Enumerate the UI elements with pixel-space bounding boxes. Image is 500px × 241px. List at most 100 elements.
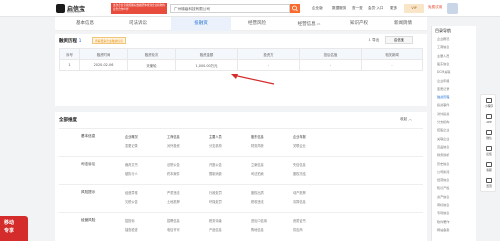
sidebar-item[interactable]: 资产信息 xyxy=(437,194,449,199)
dimension-item[interactable]: 变更记录 xyxy=(125,143,138,148)
dimension-item[interactable]: 环保处罚 xyxy=(209,199,222,204)
tab-financing[interactable]: 投融资 xyxy=(171,17,231,31)
sidebar-item[interactable]: 融资历程 xyxy=(437,94,449,99)
sidebar-item[interactable]: 控股企业 xyxy=(437,127,449,132)
dimension-item[interactable]: 进出口信用 xyxy=(251,218,267,223)
dimension-item[interactable]: 财务简析 xyxy=(251,143,264,148)
more-financing-badge[interactable]: 查看更多企业融资信息 xyxy=(92,37,126,44)
tab-news[interactable]: 新闻舆情 xyxy=(373,17,433,31)
top-link-member[interactable]: 会员·入口 xyxy=(368,6,384,11)
dimension-item[interactable]: 股权冻结 xyxy=(293,171,306,176)
dimension-item[interactable]: 产品信息 xyxy=(209,227,222,232)
dimension-item[interactable]: 法院公告 xyxy=(167,162,180,167)
sidebar-item[interactable]: 股东信息 xyxy=(437,61,449,66)
dimension-item[interactable]: 开庭公告 xyxy=(209,162,222,167)
chevron-up-icon: ︿ xyxy=(408,117,412,121)
dimension-item[interactable]: 终本案件 xyxy=(167,171,180,176)
annotation-arrow xyxy=(231,74,275,85)
floating-toolbar: 小程序 APP 微信 反馈 客服 置顶 xyxy=(480,94,496,192)
financing-panel: 融资历程 1 查看更多企业融资信息 ⇩ 导出 启信宝 序号 融资时间 融资轮次 … xyxy=(55,34,427,106)
dimension-item[interactable]: 行政处罚 xyxy=(209,190,222,195)
dimension-item[interactable]: 招投标 xyxy=(125,218,135,223)
dimension-item[interactable]: 司法拍卖 xyxy=(251,171,264,176)
dimension-item[interactable]: 失信信息 xyxy=(293,162,306,167)
dimension-item[interactable]: 立案信息 xyxy=(251,162,264,167)
dimension-item[interactable]: 企业年报 xyxy=(293,134,306,139)
sidebar-item[interactable]: 软件著作 xyxy=(437,219,449,224)
dimension-item[interactable]: 电信许可 xyxy=(167,227,180,232)
sidebar-item[interactable]: 财务简析 xyxy=(437,152,449,157)
top-link-check[interactable]: 查一查 xyxy=(352,6,363,11)
miniprogram-button[interactable]: 小程序 xyxy=(481,98,497,108)
dimension-item[interactable]: 购地信息 xyxy=(251,227,264,232)
dimension-item[interactable]: 企业概况 xyxy=(125,134,138,139)
dimension-item[interactable]: 工商信息 xyxy=(167,134,180,139)
app-button[interactable]: APP xyxy=(481,114,497,124)
vip-button[interactable]: VIP xyxy=(404,4,424,13)
export-button[interactable]: ⇩ 导出 xyxy=(368,38,379,43)
dimension-item[interactable]: 土地抵押 xyxy=(167,199,180,204)
top-link-data[interactable]: 数据服务 xyxy=(332,6,346,11)
sidebar-item[interactable]: 专利信息 xyxy=(437,210,449,215)
dimension-item[interactable]: 税务评级 xyxy=(209,218,222,223)
dimension-item[interactable]: 经营异常 xyxy=(125,190,138,195)
dimension-item[interactable]: 税收违法 xyxy=(251,199,264,204)
sidebar-item[interactable]: 关联企业 xyxy=(437,136,449,141)
dimension-item[interactable]: 裁判文书 xyxy=(125,162,138,167)
dimension-item[interactable]: 欠税公告 xyxy=(125,199,138,204)
sidebar-item[interactable]: 变更记录 xyxy=(437,86,449,91)
apply-link[interactable]: 免费试用 xyxy=(428,5,442,10)
sidebar-item[interactable]: 竞品信息 xyxy=(437,144,449,149)
dimension-item[interactable]: 股东信息 xyxy=(251,134,264,139)
support-button[interactable]: 客服 xyxy=(481,162,497,172)
dimension-item[interactable]: 抽查检查 xyxy=(125,227,138,232)
dimension-item[interactable]: 被执行人 xyxy=(125,171,138,176)
search-input[interactable]: 广州梯级科技有限公司 xyxy=(170,4,290,13)
feedback-button[interactable]: 反馈 xyxy=(481,146,497,156)
tab-operation-risk[interactable]: 经营风险 xyxy=(227,17,287,31)
sidebar-item[interactable]: 主要人员 xyxy=(437,53,449,58)
dimension-item[interactable]: 主要人员 xyxy=(209,134,222,139)
sidebar-item[interactable]: 网站备案 xyxy=(437,227,449,232)
sidebar-item[interactable]: DCM关联 xyxy=(437,69,450,74)
back-to-top-button[interactable]: 置顶 xyxy=(481,178,497,188)
top-link-more[interactable]: 更多 xyxy=(390,6,397,11)
sidebar-item[interactable]: 分支机构 xyxy=(437,119,449,124)
promo-banner[interactable]: 这次企信宝按照图标数据帮你找到企业和你的业务合作伙伴 xyxy=(111,3,167,14)
top-link-enterprise[interactable]: 企业版 xyxy=(312,6,323,11)
dimension-item[interactable]: 资质证书 xyxy=(293,218,306,223)
search-button[interactable] xyxy=(290,4,300,13)
dimension-item[interactable]: 供应商 xyxy=(293,227,303,232)
sidebar-item[interactable]: 公司新闻 xyxy=(437,169,449,174)
dimension-item[interactable]: 分支机构 xyxy=(209,143,222,148)
dimension-item[interactable]: 对外投资 xyxy=(167,143,180,148)
dimension-group: 风险提示 经营异常 严重违法 行政处罚 股权出质 动产抵押 欠税公告 土地抵押 … xyxy=(59,184,423,212)
sidebar-item[interactable]: 工商信息 xyxy=(437,44,449,49)
sidebar-item[interactable]: 投资事件 xyxy=(437,102,449,107)
sidebar-item[interactable]: 知识产权 xyxy=(437,185,449,190)
dimension-item[interactable]: 清算信息 xyxy=(293,199,306,204)
dimension-item[interactable]: 严重违法 xyxy=(167,190,180,195)
sidebar-item[interactable]: 企业概况 xyxy=(437,36,449,41)
sidebar-item[interactable]: 企业年报 xyxy=(437,78,449,83)
wechat-button[interactable]: 微信 xyxy=(481,130,497,140)
top-bar: 启信宝 QIXIN.COM 这次企信宝按照图标数据帮你找到企业和你的业务合作伙伴… xyxy=(0,0,500,17)
table-row: 1 2020-02-06 天使轮 1,000.00万元 - - - xyxy=(59,59,423,71)
tab-litigation[interactable]: 司法诉讼 xyxy=(108,17,168,31)
dimension-item[interactable]: 动产抵押 xyxy=(293,190,306,195)
dimension-item[interactable]: 招聘信息 xyxy=(167,218,180,223)
sidebar-item[interactable]: 商标信息 xyxy=(437,202,449,207)
dimension-item[interactable]: 关联企业 xyxy=(293,143,306,148)
dimension-item[interactable]: 限制消费 xyxy=(209,171,222,176)
sidebar-item[interactable]: 经营信息 xyxy=(437,177,449,182)
collapse-button[interactable]: 收起 ︿ xyxy=(400,117,412,122)
tab-basic-info[interactable]: 基本信息 xyxy=(55,17,115,31)
sidebar-item[interactable]: 历史信息 xyxy=(437,161,449,166)
logo-icon[interactable] xyxy=(56,4,65,13)
dimension-item[interactable]: 股权出质 xyxy=(251,190,264,195)
rb-label: 客服 xyxy=(486,168,492,172)
avatar[interactable] xyxy=(447,3,458,14)
tab-label: 投融资 xyxy=(194,21,208,26)
mobile-exclusive-badge[interactable]: 移动 专享 xyxy=(0,216,28,241)
sidebar-item[interactable]: 对外投资 xyxy=(437,111,449,116)
